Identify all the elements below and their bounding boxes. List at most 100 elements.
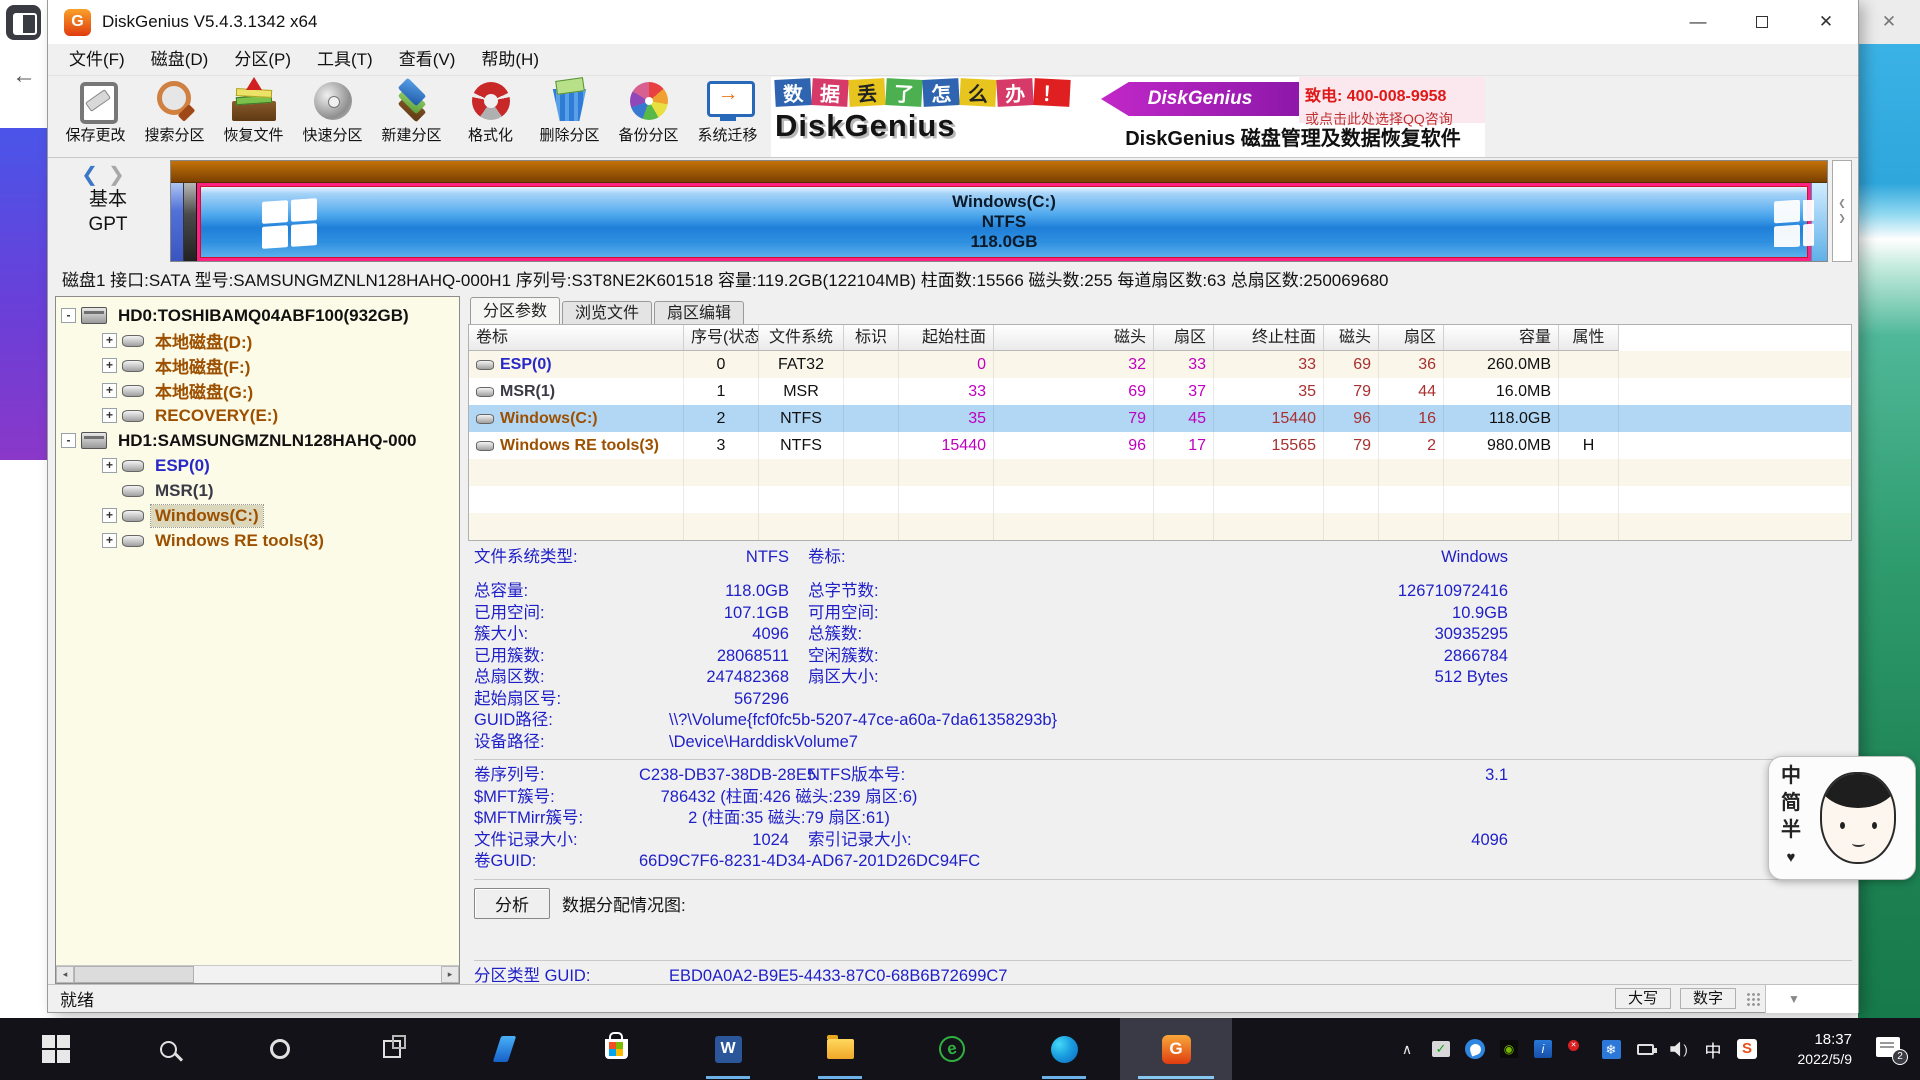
menu-view[interactable]: 查看(V) — [386, 44, 469, 76]
ad-banner[interactable]: 数 据 丢 了 怎 么 办 ！ DiskGenius DiskGenius 致电… — [771, 77, 1485, 157]
partition-block-windows-c[interactable]: Windows(C:) NTFS 118.0GB — [197, 183, 1811, 261]
taskbar-ie-browser[interactable]: e — [896, 1018, 1008, 1080]
col-end-sector[interactable]: 扇区 — [1379, 325, 1444, 351]
taskbar-word[interactable]: W — [672, 1018, 784, 1080]
tree-item-local-d[interactable]: + 本地磁盘(D:) — [56, 328, 459, 353]
menu-tools[interactable]: 工具(T) — [304, 44, 386, 76]
background-app-icon[interactable] — [6, 5, 41, 40]
tree-item-msr[interactable]: MSR(1) — [56, 478, 459, 503]
col-end-head[interactable]: 磁头 — [1324, 325, 1379, 351]
disk-bar-side-nav[interactable]: ❮ ❯ — [1832, 160, 1852, 262]
col-start-cylinder[interactable]: 起始柱面 — [899, 325, 994, 351]
col-filesystem[interactable]: 文件系统 — [759, 325, 844, 351]
tab-sector-edit[interactable]: 扇区编辑 — [654, 301, 744, 324]
taskbar-file-explorer[interactable] — [784, 1018, 896, 1080]
new-partition-button[interactable]: 新建分区 — [372, 76, 451, 157]
background-close-icon[interactable]: ✕ — [1858, 0, 1920, 44]
tree-item-windows-re[interactable]: + Windows RE tools(3) — [56, 528, 459, 553]
maximize-button[interactable] — [1730, 0, 1794, 44]
tree-item-hd1[interactable]: - HD1:SAMSUNGMZNLN128HAHQ-000 — [56, 428, 459, 453]
expander-icon[interactable]: - — [61, 308, 76, 323]
quick-partition-button[interactable]: 快速分区 — [293, 76, 372, 157]
system-migration-button[interactable]: 系统迁移 — [688, 76, 767, 157]
col-volume-label[interactable]: 卷标 — [469, 325, 684, 351]
tray-freeze-tool[interactable]: ❄ — [1598, 1036, 1624, 1062]
tree-item-local-g[interactable]: + 本地磁盘(G:) — [56, 378, 459, 403]
disk-next-icon[interactable]: ❯ — [108, 164, 135, 186]
tree-item-windows-c[interactable]: + Windows(C:) — [56, 503, 459, 528]
scroll-right-icon[interactable]: ▸ — [441, 966, 459, 983]
resize-grip[interactable] — [1745, 991, 1761, 1007]
recover-files-button[interactable]: 恢复文件 — [214, 76, 293, 157]
partition-block-msr[interactable] — [184, 183, 197, 261]
delete-partition-icon — [546, 79, 594, 123]
disk-prev-icon[interactable]: ❮ — [81, 164, 108, 186]
col-end-cylinder[interactable]: 终止柱面 — [1214, 325, 1324, 351]
expander-icon[interactable]: + — [102, 408, 117, 423]
scroll-left-icon[interactable]: ◂ — [56, 966, 74, 983]
expander-icon[interactable]: + — [102, 458, 117, 473]
expander-icon[interactable]: + — [102, 333, 117, 348]
table-row-windows-c-selected[interactable]: Windows(C:) 2 NTFS 35 79 45 15440 96 16 … — [469, 405, 1851, 432]
taskbar-clock[interactable]: 18:37 2022/5/9 — [1770, 1030, 1852, 1068]
save-changes-button[interactable]: 保存更改 — [56, 76, 135, 157]
col-start-head[interactable]: 磁头 — [994, 325, 1154, 351]
expander-icon[interactable]: + — [102, 508, 117, 523]
col-start-sector[interactable]: 扇区 — [1154, 325, 1214, 351]
tree-item-esp[interactable]: + ESP(0) — [56, 453, 459, 478]
menu-partition[interactable]: 分区(P) — [221, 44, 304, 76]
tree-item-recovery-e[interactable]: + RECOVERY(E:) — [56, 403, 459, 428]
taskbar-store[interactable] — [560, 1018, 672, 1080]
expander-icon[interactable]: + — [102, 383, 117, 398]
col-index-status[interactable]: 序号(状态) — [684, 325, 759, 351]
table-row-msr[interactable]: MSR(1) 1 MSR 33 69 37 35 79 44 16.0MB — [469, 378, 1851, 405]
notification-center-button[interactable]: 2 — [1876, 1037, 1902, 1061]
menu-file[interactable]: 文件(F) — [56, 44, 138, 76]
start-button[interactable] — [0, 1018, 112, 1080]
scroll-down-icon[interactable]: ▼ — [1788, 992, 1800, 1006]
back-arrow-icon[interactable]: ← — [12, 62, 36, 90]
taskbar-edge[interactable] — [1008, 1018, 1120, 1080]
task-view-button[interactable] — [336, 1018, 448, 1080]
taskbar-diskgenius-active[interactable]: G — [1120, 1018, 1232, 1080]
side-next-icon[interactable]: ❯ — [1838, 213, 1846, 224]
tree-horizontal-scrollbar[interactable]: ◂ ▸ — [56, 965, 459, 983]
delete-partition-button[interactable]: 删除分区 — [530, 76, 609, 157]
tray-ime[interactable]: 中 — [1700, 1036, 1726, 1062]
partition-block-esp[interactable] — [171, 183, 184, 261]
close-button[interactable]: ✕ — [1794, 0, 1858, 44]
expander-icon[interactable]: - — [61, 433, 76, 448]
side-prev-icon[interactable]: ❮ — [1838, 198, 1846, 209]
minimize-button[interactable]: — — [1666, 0, 1730, 44]
table-row-windows-re[interactable]: Windows RE tools(3) 3 NTFS 15440 96 17 1… — [469, 432, 1851, 459]
expander-icon[interactable]: + — [102, 533, 117, 548]
backup-partition-button[interactable]: 备份分区 — [609, 76, 688, 157]
tray-volume[interactable]: ) — [1666, 1036, 1692, 1062]
tray-sogou[interactable]: S — [1734, 1036, 1760, 1062]
tray-security[interactable] — [1564, 1036, 1590, 1062]
col-flag[interactable]: 标识 — [844, 325, 899, 351]
analyze-button[interactable]: 分析 — [474, 888, 550, 919]
table-row-esp[interactable]: ESP(0) 0 FAT32 0 32 33 33 69 36 260.0MB — [469, 351, 1851, 378]
taskbar-cortana[interactable] — [224, 1018, 336, 1080]
menu-disk[interactable]: 磁盘(D) — [138, 44, 222, 76]
tray-expand-button[interactable]: ∧ — [1394, 1036, 1420, 1062]
col-attribute[interactable]: 属性 — [1559, 325, 1619, 351]
tray-power[interactable] — [1632, 1036, 1658, 1062]
menu-help[interactable]: 帮助(H) — [468, 44, 552, 76]
tab-partition-params[interactable]: 分区参数 — [470, 297, 560, 324]
scrollbar-thumb[interactable] — [74, 966, 194, 983]
tray-nvidia[interactable]: ◉ — [1496, 1036, 1522, 1062]
format-button[interactable]: 格式化 — [451, 76, 530, 157]
tab-browse-files[interactable]: 浏览文件 — [562, 301, 652, 324]
taskbar-app-flash[interactable] — [448, 1018, 560, 1080]
tray-intel-graphics[interactable]: i — [1530, 1036, 1556, 1062]
taskbar-search[interactable] — [112, 1018, 224, 1080]
tray-sync-app[interactable]: ✓ — [1428, 1036, 1454, 1062]
tree-item-local-f[interactable]: + 本地磁盘(F:) — [56, 353, 459, 378]
search-partition-button[interactable]: 搜索分区 — [135, 76, 214, 157]
tree-item-hd0[interactable]: - HD0:TOSHIBAMQ04ABF100(932GB) — [56, 303, 459, 328]
expander-icon[interactable]: + — [102, 358, 117, 373]
tray-messenger-app[interactable] — [1462, 1036, 1488, 1062]
col-capacity[interactable]: 容量 — [1444, 325, 1559, 351]
